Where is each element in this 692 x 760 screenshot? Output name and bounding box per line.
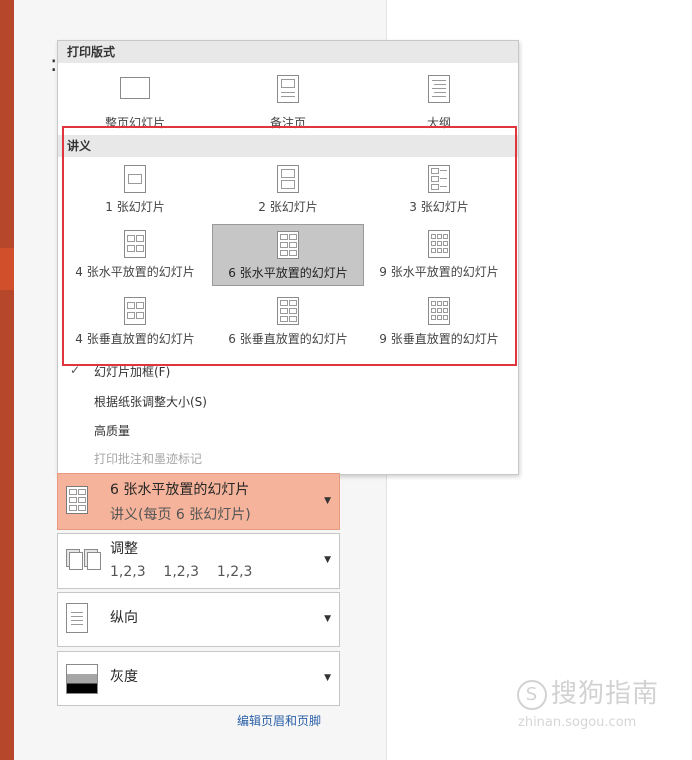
handout-4v-thumb-icon xyxy=(124,297,146,325)
handout-9h-thumb-icon xyxy=(428,230,450,258)
chevron-down-icon: ▼ xyxy=(324,496,331,506)
handout-3-thumb-icon xyxy=(428,165,450,193)
option-handout-1[interactable]: 1 张幻灯片 xyxy=(60,161,210,219)
option-label: 4 张水平放置的幻灯片 xyxy=(75,265,195,279)
option-handout-4-vertical[interactable]: 4 张垂直放置的幻灯片 xyxy=(60,293,210,351)
layout-setting-subtitle: 讲义(每页 6 张幻灯片) xyxy=(110,507,251,523)
handout-1-thumb-icon xyxy=(124,165,146,193)
option-handout-6-vertical[interactable]: 6 张垂直放置的幻灯片 xyxy=(213,293,363,351)
chevron-down-icon: ▼ xyxy=(324,555,331,565)
orientation-setting-title: 纵向 xyxy=(110,610,138,626)
option-handout-9-horizontal[interactable]: 9 张水平放置的幻灯片 xyxy=(364,226,514,284)
collate-setting-subtitle: 1,2,3 1,2,3 1,2,3 xyxy=(110,564,253,580)
grayscale-icon xyxy=(66,664,98,694)
handout-4h-thumb-icon xyxy=(124,230,146,258)
option-full-page-slides[interactable]: 整页幻灯片 xyxy=(60,65,210,130)
option-label: 1 张幻灯片 xyxy=(105,200,165,214)
watermark-site: zhinan.sogou.com xyxy=(518,715,637,730)
option-handout-3[interactable]: 3 张幻灯片 xyxy=(364,161,514,219)
menu-print-comments: 打印批注和墨迹标记 xyxy=(94,452,203,466)
menu-frame-slides[interactable]: 幻灯片加框(F) xyxy=(94,362,170,382)
option-label: 6 张水平放置的幻灯片 xyxy=(228,266,348,280)
option-handout-6-horizontal[interactable]: 6 张水平放置的幻灯片 xyxy=(212,224,364,286)
option-outline[interactable]: 大纲 xyxy=(364,65,514,130)
sogou-watermark: S 搜狗指南 xyxy=(517,673,659,710)
collate-setting-title: 调整 xyxy=(110,541,138,557)
sogou-logo-icon: S xyxy=(517,679,547,710)
handout-6-icon xyxy=(66,486,88,514)
option-handout-9-vertical[interactable]: 9 张垂直放置的幻灯片 xyxy=(364,293,514,351)
orientation-setting-dropdown[interactable]: 纵向 ▼ xyxy=(57,592,340,647)
option-label: 2 张幻灯片 xyxy=(258,200,318,214)
print-layout-dropdown: 打印版式 整页幻灯片 备注页 大纲 讲义 1 张幻灯片 2 张幻灯片 3 张幻灯… xyxy=(57,40,519,475)
layout-setting-dropdown[interactable]: 6 张水平放置的幻灯片 讲义(每页 6 张幻灯片) ▼ xyxy=(57,473,340,530)
color-setting-dropdown[interactable]: 灰度 ▼ xyxy=(57,651,340,706)
print-layout-header: 打印版式 xyxy=(58,41,518,63)
collate-setting-dropdown[interactable]: 调整 1,2,3 1,2,3 1,2,3 ▼ xyxy=(57,533,340,589)
handouts-header: 讲义 xyxy=(58,135,518,157)
option-label: 6 张垂直放置的幻灯片 xyxy=(228,332,348,346)
chevron-down-icon: ▼ xyxy=(324,673,331,683)
option-label: 备注页 xyxy=(269,116,306,130)
layout-setting-title: 6 张水平放置的幻灯片 xyxy=(110,482,250,498)
option-label: 整页幻灯片 xyxy=(104,116,165,130)
option-label: 4 张垂直放置的幻灯片 xyxy=(75,332,195,346)
option-label: 大纲 xyxy=(426,116,451,130)
checkmark-icon: ✓ xyxy=(70,363,81,377)
nav-selected-marker xyxy=(0,248,14,290)
handout-2-thumb-icon xyxy=(277,165,299,193)
option-handout-4-horizontal[interactable]: 4 张水平放置的幻灯片 xyxy=(60,226,210,284)
outline-thumb-icon xyxy=(428,75,450,103)
color-setting-title: 灰度 xyxy=(110,669,138,685)
option-label: 9 张水平放置的幻灯片 xyxy=(379,265,499,279)
option-label: 9 张垂直放置的幻灯片 xyxy=(379,332,499,346)
option-notes-pages[interactable]: 备注页 xyxy=(213,65,363,130)
menu-scale-to-fit[interactable]: 根据纸张调整大小(S) xyxy=(94,392,207,412)
option-handout-2[interactable]: 2 张幻灯片 xyxy=(213,161,363,219)
chevron-down-icon: ▼ xyxy=(324,614,331,624)
handout-6h-thumb-icon xyxy=(277,231,299,259)
notes-page-thumb-icon xyxy=(277,75,299,103)
option-label: 3 张幻灯片 xyxy=(409,200,469,214)
edit-header-footer-link[interactable]: 编辑页眉和页脚 xyxy=(237,712,321,729)
portrait-page-icon xyxy=(66,603,88,633)
collate-icon xyxy=(66,549,101,571)
app-accent-strip xyxy=(0,0,14,760)
watermark-brand: 搜狗指南 xyxy=(551,679,660,709)
handout-6v-thumb-icon xyxy=(277,297,299,325)
full-page-thumb-icon xyxy=(120,77,150,99)
handout-9v-thumb-icon xyxy=(428,297,450,325)
menu-high-quality[interactable]: 高质量 xyxy=(94,421,130,441)
